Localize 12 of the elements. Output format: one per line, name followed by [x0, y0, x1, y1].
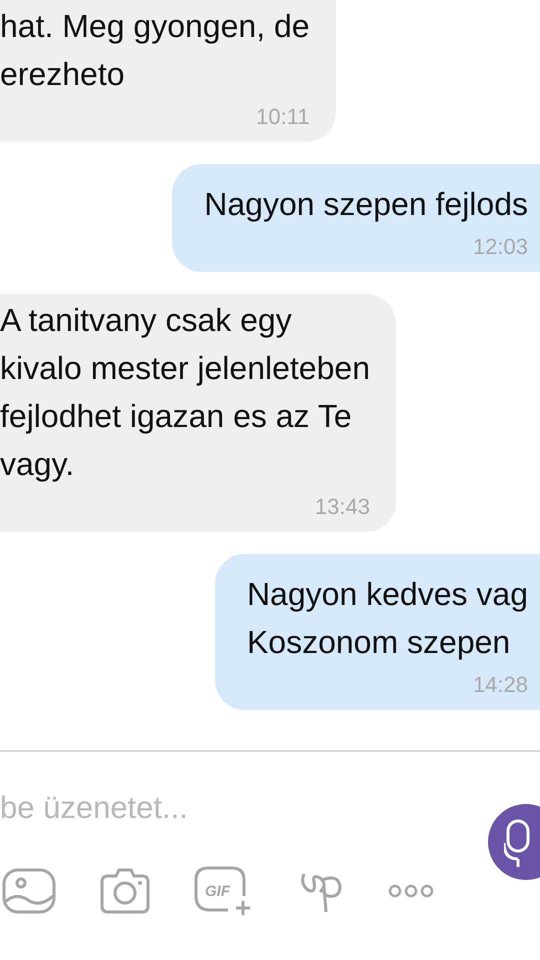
message-time: 12:03 — [472, 234, 528, 260]
message-time: 14:28 — [472, 672, 528, 698]
message-time: 13:43 — [314, 494, 370, 520]
message-text: hat. Meg gyongen, de erezheto — [0, 7, 310, 94]
more-icon[interactable] — [388, 884, 434, 898]
message-time: 10:11 — [256, 104, 310, 130]
gallery-icon[interactable] — [2, 868, 56, 914]
message-text: Nagyon szepen fejlods — [204, 185, 528, 224]
message-input-field[interactable]: be üzenetet... — [0, 752, 460, 826]
camera-icon[interactable] — [100, 868, 150, 914]
message-text: Nagyon kedves vag Koszonom szepen — [246, 575, 528, 662]
message-text: A tanitvany csak egy kivalo mester jelenleteben fejlodhet igazan es az Te vagy. — [0, 301, 370, 484]
